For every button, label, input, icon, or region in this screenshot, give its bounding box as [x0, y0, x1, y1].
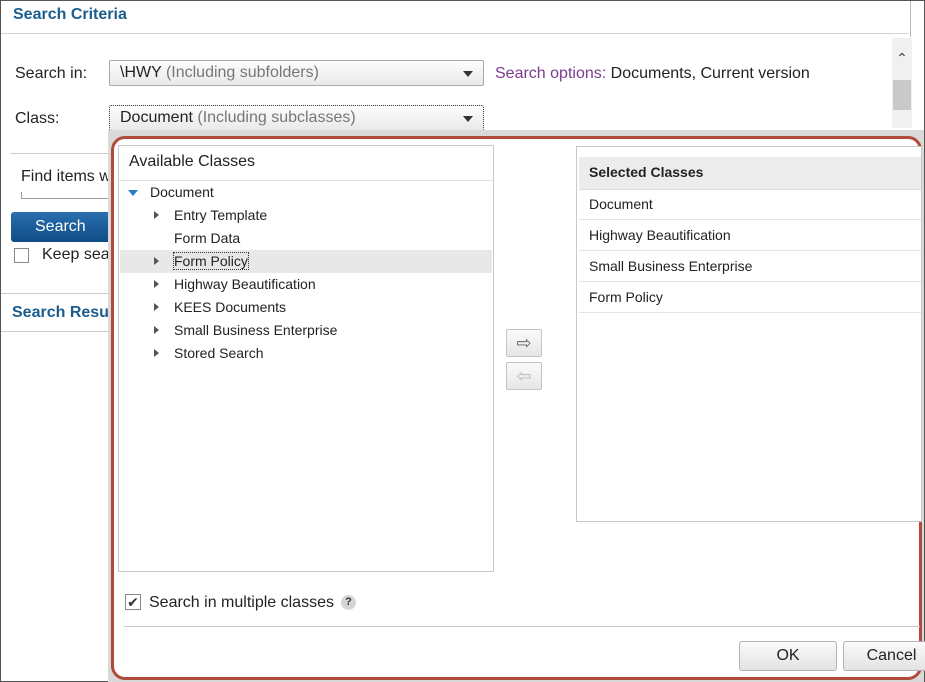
- search-in-select[interactable]: \HWY (Including subfolders): [109, 60, 484, 86]
- tree-item-label: Entry Template: [174, 207, 268, 223]
- search-in-hint: (Including subfolders): [165, 64, 319, 81]
- search-in-value: \HWY: [120, 64, 162, 81]
- find-items-label: Find items w: [21, 168, 111, 185]
- keep-search-checkbox[interactable]: [14, 248, 29, 263]
- cancel-button[interactable]: Cancel: [843, 641, 925, 671]
- selected-class-item[interactable]: Form Policy: [579, 282, 921, 313]
- selected-class-item[interactable]: Highway Beautification: [579, 220, 921, 251]
- chevron-right-icon[interactable]: [154, 326, 159, 334]
- dialog-footer-divider: [124, 626, 920, 627]
- selected-class-label: Document: [589, 196, 653, 212]
- help-icon[interactable]: ?: [341, 595, 356, 610]
- divider: [10, 153, 110, 154]
- tree-item[interactable]: Form Policy: [120, 250, 492, 273]
- arrow-left-icon: ⇦: [516, 366, 532, 386]
- search-criteria-title: Search Criteria: [13, 6, 127, 23]
- chevron-down-icon: [463, 71, 473, 77]
- search-options[interactable]: Search options: Documents, Current versi…: [495, 65, 810, 83]
- search-multiple-classes-label: Search in multiple classes: [149, 594, 334, 611]
- class-value: Document: [120, 109, 193, 126]
- tree-item[interactable]: Document: [120, 181, 492, 204]
- tree-item-label: Form Policy: [173, 252, 249, 270]
- tree-item[interactable]: Form Data: [120, 227, 492, 250]
- tree-item-label: Stored Search: [174, 345, 264, 361]
- search-in-label: Search in:: [15, 65, 88, 82]
- tree-item-label: Form Data: [174, 230, 241, 246]
- header-divider: [910, 1, 911, 37]
- selected-classes-title: Selected Classes: [589, 164, 704, 180]
- tree-item-label: Highway Beautification: [174, 276, 316, 292]
- selected-classes-header: Selected Classes: [579, 157, 921, 190]
- tree-item[interactable]: Highway Beautification: [120, 273, 492, 296]
- selected-class-label: Form Policy: [589, 289, 663, 305]
- available-classes-title: Available Classes: [129, 153, 255, 170]
- class-select[interactable]: Document (Including subclasses): [109, 105, 484, 131]
- chevron-right-icon[interactable]: [154, 211, 159, 219]
- selected-classes-panel: Selected Classes Document Highway Beautif…: [576, 146, 922, 522]
- tree-item[interactable]: KEES Documents: [120, 296, 492, 319]
- keep-search-label: Keep sea: [42, 246, 110, 263]
- selected-class-label: Highway Beautification: [589, 227, 731, 243]
- search-multiple-classes-checkbox[interactable]: ✔: [125, 594, 141, 610]
- class-hint: (Including subclasses): [197, 109, 356, 126]
- selected-class-label: Small Business Enterprise: [589, 258, 753, 274]
- remove-class-button[interactable]: ⇦: [506, 362, 542, 390]
- tree-item[interactable]: Small Business Enterprise: [120, 319, 492, 342]
- chevron-down-icon[interactable]: [128, 190, 138, 196]
- divider: [1, 293, 111, 294]
- tree-item[interactable]: Entry Template: [120, 204, 492, 227]
- search-options-value: Documents, Current version: [610, 65, 810, 82]
- find-items-field[interactable]: [21, 192, 112, 199]
- scroll-thumb[interactable]: [893, 80, 911, 110]
- search-options-key[interactable]: Search options:: [495, 65, 606, 82]
- chevron-right-icon[interactable]: [154, 303, 159, 311]
- ok-button[interactable]: OK: [739, 641, 837, 671]
- tree-item-label: Small Business Enterprise: [174, 322, 338, 338]
- add-class-button[interactable]: ⇨: [506, 329, 542, 357]
- search-results-title: Search Resu: [12, 304, 109, 321]
- tree-item[interactable]: Stored Search: [120, 342, 492, 365]
- available-classes-panel: Available Classes Document Entry Template…: [118, 145, 494, 572]
- vertical-scrollbar[interactable]: ⌃: [892, 38, 912, 128]
- selected-class-item[interactable]: Document: [579, 189, 921, 220]
- chevron-right-icon[interactable]: [154, 280, 159, 288]
- chevron-down-icon: [463, 116, 473, 122]
- chevron-right-icon[interactable]: [154, 349, 159, 357]
- tree-item-label: Document: [150, 184, 214, 200]
- search-criteria-header: Search Criteria: [1, 1, 909, 34]
- search-button[interactable]: Search: [11, 212, 111, 242]
- scroll-up-icon[interactable]: ⌃: [894, 50, 910, 66]
- selected-class-item[interactable]: Small Business Enterprise: [579, 251, 921, 282]
- class-label: Class:: [15, 110, 60, 127]
- arrow-right-icon: ⇨: [516, 333, 532, 353]
- tree-item-label: KEES Documents: [174, 299, 287, 315]
- divider: [1, 331, 111, 332]
- chevron-right-icon[interactable]: [154, 257, 159, 265]
